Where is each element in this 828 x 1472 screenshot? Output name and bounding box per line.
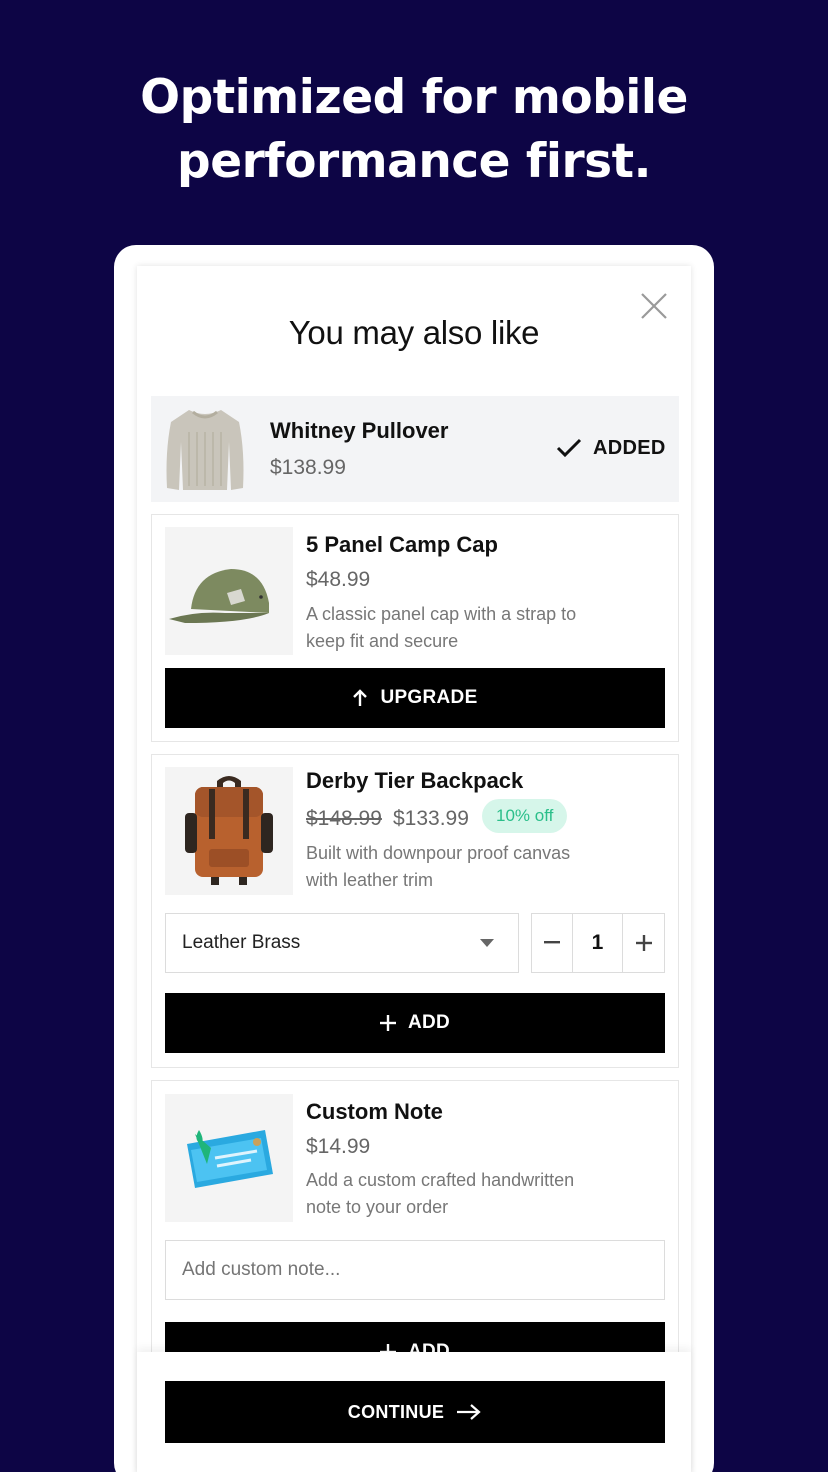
added-item-name: Whitney Pullover	[270, 418, 449, 443]
variant-select-value: Leather Brass	[182, 932, 301, 953]
modal-title: You may also like	[288, 314, 540, 351]
product-description-line: note to your order	[306, 1197, 449, 1217]
product-price: $48.99	[306, 568, 371, 591]
product-description-line: keep fit and secure	[306, 631, 459, 651]
custom-note-input[interactable]	[165, 1240, 665, 1300]
checkmark-icon	[556, 438, 582, 458]
product-description: Built with downpour proof canvas with le…	[306, 840, 606, 894]
added-status-label: ADDED	[593, 436, 666, 459]
product-description-line: with leather trim	[306, 870, 434, 890]
quantity-value[interactable]: 1	[573, 914, 623, 972]
backpack-image	[165, 767, 293, 895]
arrow-up-icon	[352, 689, 368, 707]
product-price: $133.99	[393, 807, 469, 830]
continue-button-label: CONTINUE	[347, 1401, 445, 1422]
plus-icon	[379, 1015, 396, 1031]
caret-down-icon	[480, 939, 494, 947]
camp-cap-image	[165, 527, 293, 655]
headline-line-1: Optimized for mobile	[140, 70, 688, 125]
close-icon[interactable]	[636, 288, 672, 324]
product-description-line: Add a custom crafted handwritten	[306, 1170, 575, 1190]
decrement-button[interactable]	[532, 914, 573, 972]
product-description: A classic panel cap with a strap to keep…	[306, 601, 606, 655]
minus-icon	[544, 941, 560, 944]
product-name: 5 Panel Camp Cap	[306, 532, 498, 557]
add-button[interactable]: ADD	[165, 993, 665, 1053]
upgrade-button[interactable]: UPGRADE	[165, 668, 665, 728]
continue-button[interactable]: CONTINUE	[165, 1381, 665, 1443]
added-status: ADDED	[555, 436, 666, 460]
product-name: Derby Tier Backpack	[306, 768, 524, 793]
pullover-image	[159, 402, 251, 496]
arrow-right-icon	[456, 1403, 482, 1421]
increment-button[interactable]	[623, 914, 664, 972]
headline-line-2: performance first.	[177, 134, 651, 189]
product-description: Add a custom crafted handwritten note to…	[306, 1167, 606, 1221]
marketing-headline: Optimized for mobile performance first.	[0, 66, 828, 194]
product-name: Custom Note	[306, 1099, 443, 1124]
upgrade-button-label: UPGRADE	[380, 687, 478, 708]
added-item-row: Whitney Pullover $138.99 ADDED	[151, 396, 679, 502]
product-old-price: $148.99	[306, 807, 382, 830]
discount-badge: 10% off	[482, 799, 568, 833]
product-description-line: A classic panel cap with a strap to	[306, 604, 577, 624]
quantity-stepper: 1	[531, 913, 665, 973]
variant-select[interactable]: Leather Brass	[165, 913, 519, 973]
custom-note-image	[165, 1094, 293, 1222]
product-price: $14.99	[306, 1135, 371, 1158]
add-button-label: ADD	[407, 1012, 451, 1033]
added-item-price: $138.99	[270, 456, 346, 479]
plus-icon	[635, 935, 652, 951]
product-description-line: Built with downpour proof canvas	[306, 843, 571, 863]
